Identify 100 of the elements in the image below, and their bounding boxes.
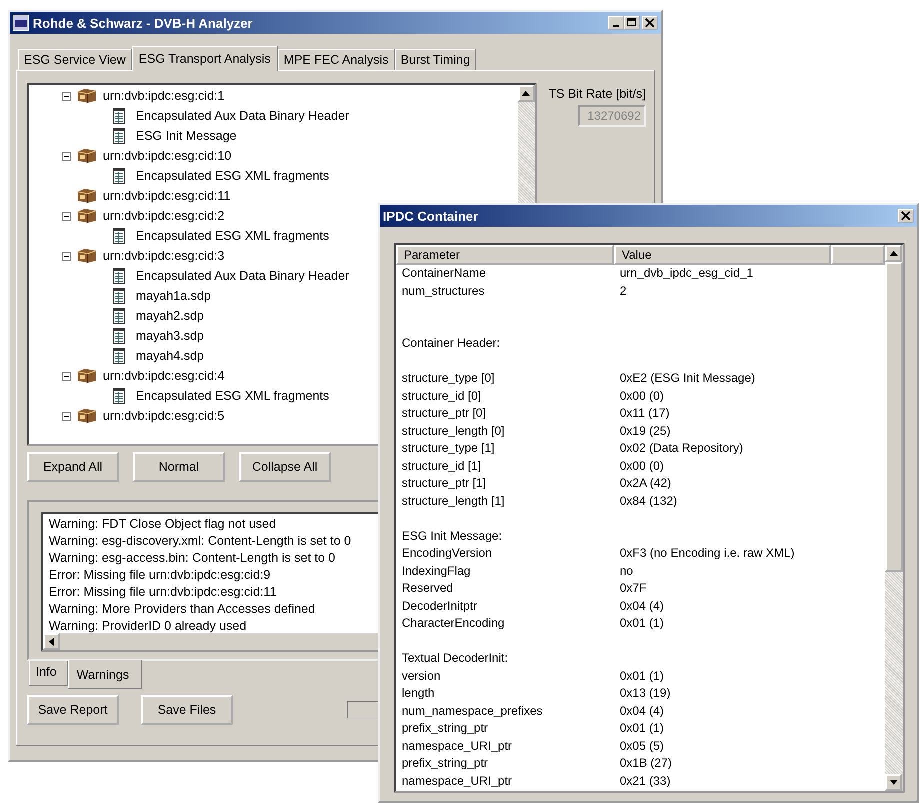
parameter-name: num_structures	[401, 282, 486, 300]
collapse-toggle[interactable]	[62, 152, 71, 160]
parameter-value: 0x00 (0)	[619, 458, 664, 474]
tree-item[interactable]: urn:dvb:ipdc:esg:cid:1	[103, 89, 225, 103]
scroll-up-button[interactable]	[518, 85, 535, 102]
down-arrow-icon	[890, 780, 898, 785]
parameter-name: structure_ptr [0]	[401, 405, 488, 422]
parameter-name: structure_id [1]	[401, 458, 482, 474]
box-icon	[76, 408, 98, 424]
tree-item[interactable]: urn:dvb:ipdc:esg:cid:10	[103, 149, 232, 163]
tree-item[interactable]: urn:dvb:ipdc:esg:cid:4	[103, 369, 225, 383]
close-button[interactable]	[898, 209, 914, 223]
document-icon	[113, 268, 125, 284]
scroll-left-button[interactable]	[43, 633, 60, 650]
scrollbar[interactable]	[885, 245, 903, 791]
parameter-name: structure_length [0]	[401, 422, 506, 440]
tree-item[interactable]: urn:dvb:ipdc:esg:cid:11	[103, 189, 231, 203]
maximize-button[interactable]	[624, 16, 640, 30]
parameter-value: 0x04 (4)	[619, 598, 664, 614]
log-entry: Error: Missing file urn:dvb:ipdc:esg:cid:11	[49, 585, 277, 599]
document-icon	[113, 388, 125, 404]
left-arrow-icon	[49, 638, 54, 646]
tree-item[interactable]: mayah4.sdp	[136, 349, 204, 363]
document-icon	[113, 228, 125, 244]
parameter-value: 0x02 (Data Repository)	[619, 440, 744, 457]
tree-item[interactable]: Encapsulated ESG XML fragments	[136, 389, 330, 403]
section-heading: Container Header:	[401, 335, 502, 352]
box-icon	[76, 208, 98, 224]
tree-item[interactable]: urn:dvb:ipdc:esg:cid:2	[103, 209, 225, 223]
tree-item[interactable]: Encapsulated Aux Data Binary Header	[136, 109, 350, 123]
parameter-value: 0x04 (4)	[619, 702, 664, 720]
parameter-name: length	[401, 685, 436, 702]
document-icon	[113, 308, 125, 324]
tab[interactable]: Info	[29, 661, 68, 686]
log-entry: Warning: ProviderID 0 already used	[49, 619, 247, 633]
scroll-thumb[interactable]	[885, 262, 903, 572]
collapse-toggle[interactable]	[62, 252, 71, 260]
column-header[interactable]: Parameter	[396, 245, 614, 265]
minimize-button[interactable]	[608, 16, 624, 30]
parameter-name: namespace_URI_ptr	[401, 738, 514, 754]
document-icon	[113, 128, 125, 144]
log-entry: Warning: More Providers than Accesses defined	[49, 602, 316, 616]
tab[interactable]: Warnings	[68, 660, 142, 689]
parameter-value: 0x1B (27)	[619, 755, 672, 772]
scroll-up-button[interactable]	[885, 245, 902, 262]
parameter-name: prefix_string_ptr	[401, 755, 490, 772]
tree-item[interactable]: mayah2.sdp	[136, 309, 204, 323]
tab[interactable]: ESG Transport Analysis	[132, 46, 278, 71]
collapse-toggle[interactable]	[62, 212, 71, 220]
tree-item[interactable]: urn:dvb:ipdc:esg:cid:5	[103, 409, 225, 423]
column-header[interactable]: Value	[614, 245, 831, 265]
document-icon	[113, 348, 125, 364]
tree-item[interactable]: urn:dvb:ipdc:esg:cid:3	[103, 249, 225, 263]
parameter-value: 0x01 (1)	[619, 615, 664, 632]
parameter-value: 0xF3 (no Encoding i.e. raw XML)	[619, 545, 795, 562]
box-icon	[76, 148, 98, 164]
parameter-name: EncodingVersion	[401, 545, 494, 562]
tree-button[interactable]: Expand All	[27, 452, 119, 482]
parameter-name: structure_type [1]	[401, 440, 496, 457]
bitrate-label: TS Bit Rate [bit/s]	[548, 87, 646, 101]
parameter-value: 0x84 (132)	[619, 492, 678, 510]
tree-item[interactable]: mayah3.sdp	[136, 329, 204, 343]
parameter-value: 0x01 (1)	[619, 668, 664, 684]
tab[interactable]: MPE FEC Analysis	[278, 49, 395, 70]
tree-item[interactable]: Encapsulated ESG XML fragments	[136, 169, 330, 183]
collapse-toggle[interactable]	[62, 92, 71, 100]
parameter-name: structure_type [0]	[401, 370, 496, 387]
box-icon	[76, 88, 98, 104]
scroll-down-button[interactable]	[885, 774, 902, 791]
close-button[interactable]	[642, 16, 658, 30]
save-button[interactable]: Save Files	[141, 695, 233, 725]
box-icon	[76, 368, 98, 384]
log-entry: Error: Missing file urn:dvb:ipdc:esg:cid:9	[49, 568, 271, 582]
parameter-name: structure_id [0]	[401, 388, 482, 404]
document-icon	[113, 328, 125, 344]
tree-item[interactable]: Encapsulated ESG XML fragments	[136, 229, 330, 243]
logo-icon	[13, 15, 29, 31]
parameter-name: num_namespace_prefixes	[401, 702, 544, 720]
parameter-value: 0x00 (0)	[619, 388, 664, 404]
parameter-value: 0x11 (17)	[619, 405, 670, 422]
tree-button[interactable]: Normal	[133, 452, 225, 482]
dialog-title: IPDC Container	[383, 208, 480, 224]
log-entry: Warning: esg-discovery.xml: Content-Length is set to 0	[49, 534, 352, 548]
document-icon	[113, 108, 125, 124]
parameter-name: structure_ptr [1]	[401, 475, 488, 492]
tree-button[interactable]: Collapse All	[239, 452, 331, 482]
parameter-value: 2	[619, 282, 627, 300]
parameter-value: 0x21 (33)	[619, 772, 671, 790]
parameter-value: no	[619, 562, 634, 580]
collapse-toggle[interactable]	[62, 372, 71, 380]
bitrate-field: 13270692	[578, 105, 646, 127]
tab[interactable]: Burst Timing	[394, 49, 476, 70]
tree-item[interactable]: Encapsulated Aux Data Binary Header	[136, 269, 350, 283]
tree-item[interactable]: mayah1a.sdp	[136, 289, 212, 303]
tree-item[interactable]: ESG Init Message	[136, 129, 237, 143]
parameter-value: 0x19 (25)	[619, 422, 671, 440]
parameter-value: urn_dvb_ipdc_esg_cid_1	[619, 265, 754, 282]
tab[interactable]: ESG Service View	[18, 49, 132, 70]
collapse-toggle[interactable]	[62, 412, 71, 420]
save-button[interactable]: Save Report	[27, 695, 119, 725]
